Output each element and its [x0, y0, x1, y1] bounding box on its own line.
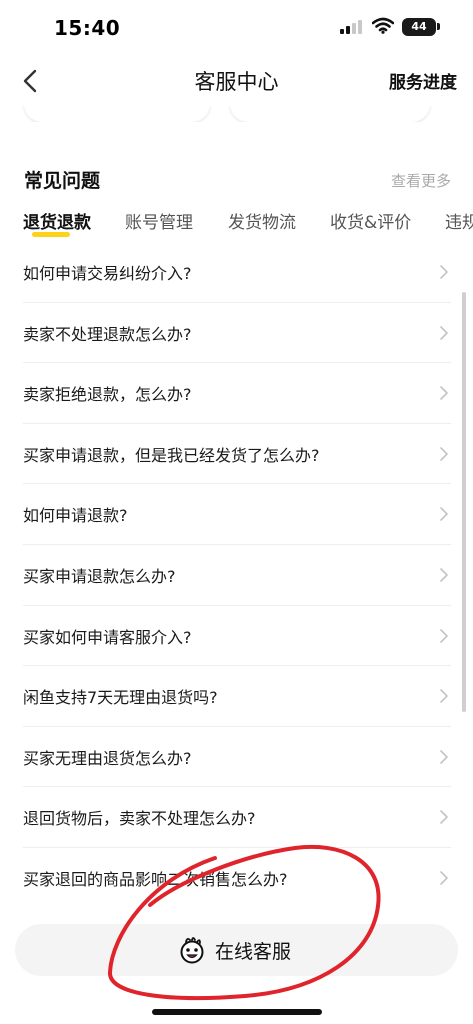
chevron-right-icon — [440, 749, 448, 764]
faq-question: 买家申请退款怎么办? — [23, 566, 176, 586]
faq-question: 买家退回的商品影响二次销售怎么办? — [23, 869, 288, 889]
faq-item[interactable]: 闲鱼支持7天无理由退货吗? — [0, 666, 473, 727]
nav-bar: 客服中心 服务进度 — [0, 56, 473, 106]
chevron-right-icon — [440, 628, 448, 643]
faq-item[interactable]: 买家申请退款怎么办? — [0, 545, 473, 606]
faq-item[interactable]: 买家无理由退货怎么办? — [0, 727, 473, 788]
faq-item[interactable]: 卖家不处理退款怎么办? — [0, 303, 473, 364]
faq-question: 买家如何申请客服介入? — [23, 627, 192, 647]
battery-tip — [437, 23, 440, 30]
status-time: 15:40 — [54, 16, 121, 40]
faq-item[interactable]: 买家退回的商品影响二次销售怎么办? — [0, 848, 473, 909]
scrolled-cards-edge — [0, 106, 473, 122]
faq-question: 买家无理由退货怎么办? — [23, 748, 192, 768]
active-tab-indicator — [32, 232, 70, 237]
faq-question: 如何申请交易纠纷介入? — [23, 264, 192, 283]
faq-question: 卖家拒绝退款，怎么办? — [23, 385, 192, 405]
battery-indicator: 44 — [402, 18, 436, 36]
chevron-right-icon — [440, 871, 448, 885]
chevron-right-icon — [440, 507, 448, 522]
faq-item[interactable]: 买家申请退款，但是我已经发货了怎么办? — [0, 424, 473, 485]
home-indicator — [152, 1009, 322, 1015]
peek-card-right — [230, 106, 430, 122]
chevron-right-icon — [440, 325, 448, 340]
tab-violation[interactable]: 违规 — [445, 208, 473, 233]
chevron-right-icon — [440, 446, 448, 461]
view-more-link[interactable]: 查看更多 — [391, 170, 451, 191]
faq-question: 卖家不处理退款怎么办? — [23, 324, 192, 344]
faq-item[interactable]: 退回货物后，卖家不处理怎么办? — [0, 787, 473, 848]
tab-shipping[interactable]: 发货物流 — [228, 208, 296, 233]
faq-item[interactable]: 卖家拒绝退款，怎么办? — [0, 363, 473, 424]
cellular-signal-icon — [340, 20, 362, 34]
faq-category-tabs: 退货退款 账号管理 发货物流 收货&评价 违规 — [0, 204, 473, 240]
chevron-right-icon — [440, 810, 448, 825]
faq-item[interactable]: 买家如何申请客服介入? — [0, 606, 473, 667]
wifi-icon — [372, 17, 394, 34]
online-customer-service-label: 在线客服 — [215, 941, 292, 963]
peek-card-left — [24, 106, 210, 122]
chevron-right-icon — [440, 689, 448, 703]
tab-account[interactable]: 账号管理 — [125, 208, 193, 233]
chevron-right-icon — [440, 265, 448, 279]
service-progress-button[interactable]: 服务进度 — [389, 68, 457, 93]
faq-item[interactable]: 如何申请交易纠纷介入? — [0, 242, 473, 303]
online-customer-service-button[interactable]: 在线客服 — [15, 924, 458, 976]
status-bar: 15:40 44 — [0, 0, 473, 56]
faq-item[interactable]: 如何申请退款? — [0, 484, 473, 545]
chevron-right-icon — [440, 568, 448, 582]
tab-receipt-review[interactable]: 收货&评价 — [330, 208, 411, 233]
faq-question: 如何申请退款? — [23, 506, 128, 526]
faq-section-header: 常见问题 查看更多 — [0, 162, 473, 198]
scrollbar[interactable] — [462, 292, 466, 712]
faq-list: 如何申请交易纠纷介入? 卖家不处理退款怎么办? 卖家拒绝退款，怎么办? 买家申请… — [0, 242, 473, 909]
faq-question: 退回货物后，卖家不处理怎么办? — [23, 809, 256, 829]
tab-refund[interactable]: 退货退款 — [23, 208, 91, 233]
chevron-right-icon — [440, 386, 448, 400]
faq-section-title: 常见问题 — [24, 170, 101, 192]
mascot-face-icon — [180, 937, 204, 964]
faq-question: 闲鱼支持7天无理由退货吗? — [23, 688, 218, 708]
faq-question: 买家申请退款，但是我已经发货了怎么办? — [23, 445, 320, 465]
